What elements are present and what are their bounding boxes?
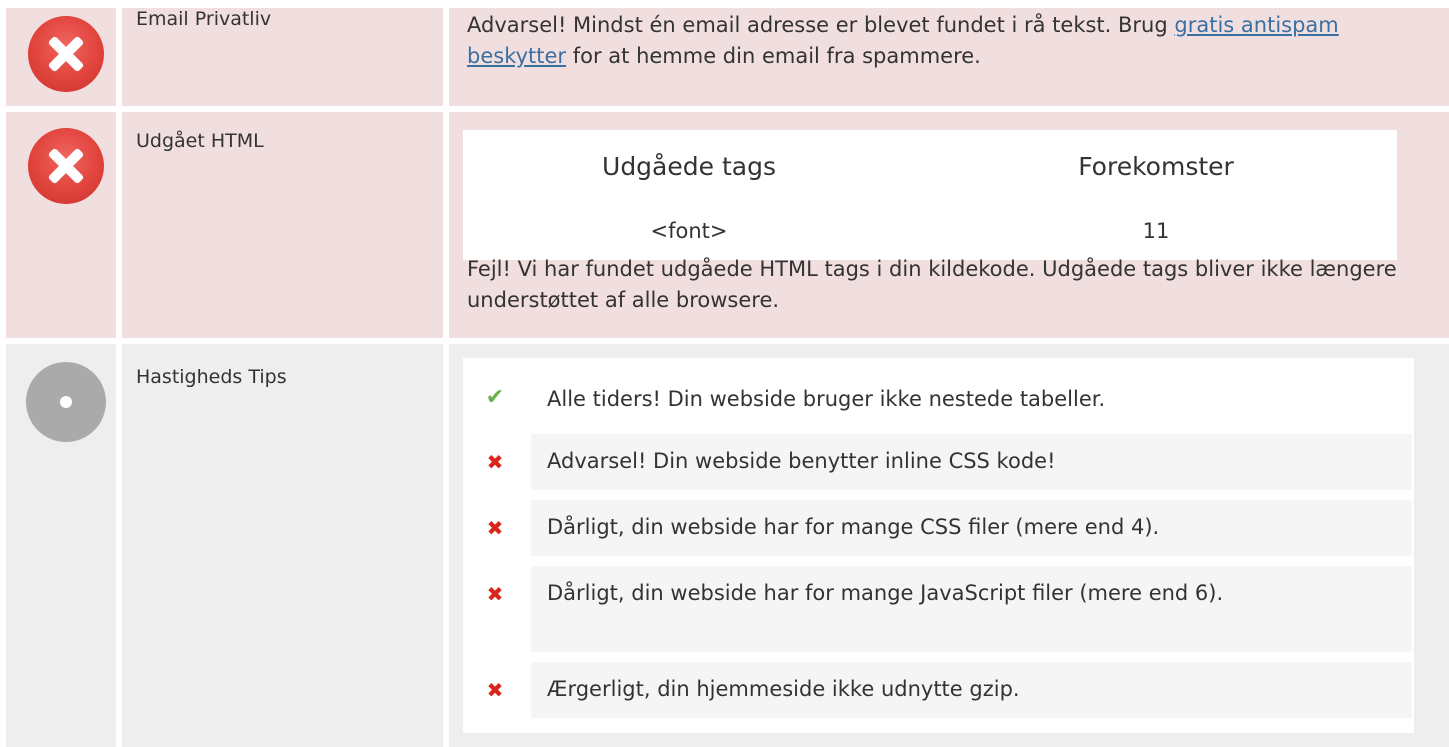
column-header-occurrences: Forekomster <box>1078 151 1234 181</box>
row-label: Udgået HTML <box>136 130 264 152</box>
cross-icon: ✖ <box>486 582 504 606</box>
list-item: ✖ Advarsel! Din webside benytter inline … <box>487 434 1412 490</box>
column-header-tags: Udgåede tags <box>602 151 776 181</box>
row-label: Email Privatliv <box>136 8 272 30</box>
tip-text: Alle tiders! Din webside bruger ikke nes… <box>547 387 1106 411</box>
cross-icon: ✖ <box>486 678 504 702</box>
label-cell: Hastigheds Tips <box>122 344 443 747</box>
tip-text: Ærgerligt, din hjemmeside ikke udnytte g… <box>547 677 1020 701</box>
error-icon <box>28 128 104 204</box>
email-privacy-row: Email Privatliv Advarsel! Mindst én emai… <box>0 8 1449 106</box>
message-text-before: Advarsel! Mindst én email adresse er ble… <box>467 13 1175 37</box>
list-item: ✖ Dårligt, din webside har for mange Jav… <box>487 566 1412 652</box>
content-cell: Advarsel! Mindst én email adresse er ble… <box>449 8 1449 106</box>
table-row: <font> 11 <box>463 202 1397 260</box>
status-cell <box>6 344 116 747</box>
content-cell: ✔ Alle tiders! Din webside bruger ikke n… <box>449 344 1449 747</box>
content-cell: Udgåede tags Forekomster <font> 11 Fejl!… <box>449 112 1449 338</box>
list-item: ✖ Dårligt, din webside har for mange CSS… <box>487 500 1412 556</box>
speed-tips-row: Hastigheds Tips ✔ Alle tiders! Din websi… <box>0 344 1449 747</box>
deprecated-tags-table: Udgåede tags Forekomster <font> 11 <box>463 130 1397 260</box>
list-item: ✔ Alle tiders! Din webside bruger ikke n… <box>486 374 1412 424</box>
tip-text: Advarsel! Din webside benytter inline CS… <box>547 449 1056 473</box>
speed-tips-list: ✔ Alle tiders! Din webside bruger ikke n… <box>463 358 1414 733</box>
row-label: Hastigheds Tips <box>136 366 287 388</box>
email-privacy-message: Advarsel! Mindst én email adresse er ble… <box>467 10 1427 72</box>
tag-cell: <font> <box>650 219 728 243</box>
deprecated-html-message: Fejl! Vi har fundet udgåede HTML tags i … <box>467 257 1397 312</box>
neutral-status-icon <box>26 362 106 442</box>
tip-text: Dårligt, din webside har for mange JavaS… <box>547 581 1224 605</box>
table-header-row: Udgåede tags Forekomster <box>463 130 1397 202</box>
deprecated-html-row: Udgået HTML Udgåede tags Forekomster <fo… <box>0 112 1449 338</box>
cross-icon: ✖ <box>486 516 504 540</box>
label-cell: Udgået HTML <box>122 112 443 338</box>
message-text-after: for at hemme din email fra spammere. <box>566 44 981 68</box>
label-cell: Email Privatliv <box>122 8 443 106</box>
list-item: ✖ Ærgerligt, din hjemmeside ikke udnytte… <box>487 662 1412 718</box>
status-cell <box>6 112 116 338</box>
status-cell <box>6 8 116 106</box>
count-cell: 11 <box>1142 219 1170 243</box>
check-icon: ✔ <box>485 385 505 410</box>
tip-text: Dårligt, din webside har for mange CSS f… <box>547 515 1160 539</box>
cross-icon: ✖ <box>486 450 504 474</box>
error-icon <box>28 16 104 92</box>
